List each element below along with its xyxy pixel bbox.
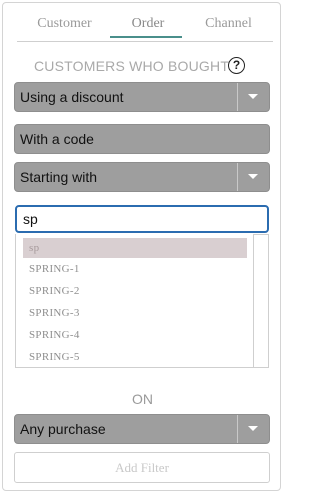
chevron-down-icon — [248, 174, 258, 179]
code-suggestions-list: sp SPRING-1 SPRING-2 SPRING-3 SPRING-4 S… — [15, 234, 254, 368]
add-filter-button[interactable]: Add Filter — [14, 452, 270, 483]
code-search-input[interactable] — [15, 205, 269, 233]
code-select[interactable]: With a code — [14, 124, 270, 154]
discount-select-toggle[interactable] — [237, 83, 269, 111]
suggestions-scrollbar[interactable] — [254, 234, 269, 368]
suggestion-item[interactable]: SPRING-4 — [23, 325, 247, 345]
purchase-select[interactable]: Any purchase — [14, 414, 270, 444]
suggestion-item[interactable]: SPRING-1 — [23, 259, 247, 279]
discount-select-label: Using a discount — [20, 89, 124, 105]
discount-select[interactable]: Using a discount — [14, 82, 270, 112]
suggestion-item[interactable]: SPRING-3 — [23, 303, 247, 323]
tab-channel[interactable]: Channel — [184, 3, 273, 41]
suggestion-item[interactable]: SPRING-2 — [23, 281, 247, 301]
on-label: ON — [132, 391, 153, 407]
suggestion-item[interactable]: sp — [23, 238, 247, 258]
tab-customer[interactable]: Customer — [17, 3, 112, 41]
match-select[interactable]: Starting with — [14, 162, 270, 192]
help-icon[interactable]: ? — [228, 57, 245, 74]
purchase-select-label: Any purchase — [20, 421, 106, 437]
match-select-toggle[interactable] — [237, 163, 269, 191]
chevron-down-icon — [248, 426, 258, 431]
purchase-select-toggle[interactable] — [237, 415, 269, 443]
section-heading: CUSTOMERS WHO BOUGHT — [34, 58, 230, 74]
suggestion-item[interactable]: SPRING-5 — [23, 347, 247, 367]
chevron-down-icon — [248, 94, 258, 99]
match-select-label: Starting with — [20, 169, 98, 185]
active-tab-indicator — [110, 36, 182, 38]
code-select-label: With a code — [20, 131, 94, 147]
